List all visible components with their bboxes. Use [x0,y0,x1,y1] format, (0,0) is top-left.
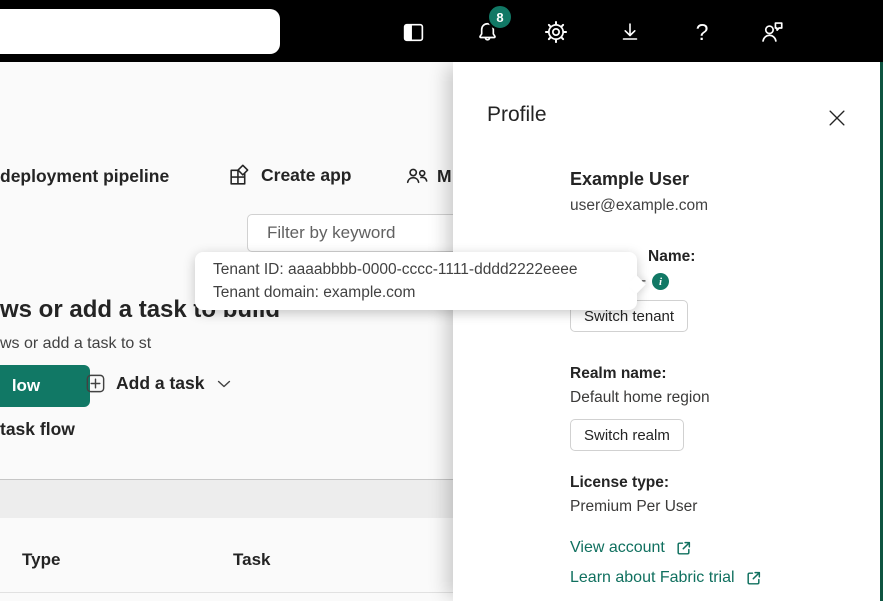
profile-panel: Profile Example User user@example.com Na… [453,62,883,601]
create-app-icon [227,163,252,188]
notifications-button[interactable]: 8 [465,10,509,54]
add-square-icon [84,372,107,395]
tenant-tooltip: Tenant ID: aaaabbbb-0000-cccc-1111-dddd2… [195,252,637,310]
user-name: Example User [570,169,689,190]
tenant-id-line: Tenant ID: aaaabbbb-0000-cccc-1111-dddd2… [213,258,619,281]
help-button[interactable]: ? [680,10,724,54]
top-app-bar: 8 ? [0,0,883,62]
realm-value: Default home region [570,389,710,407]
deployment-pipeline-button[interactable]: deployment pipeline [0,166,169,187]
task-flow-title: task flow [0,419,75,440]
table-header-type[interactable]: Type [22,550,60,570]
panel-title: Profile [487,103,547,127]
external-link-icon [675,540,692,557]
create-app-button[interactable]: Create app [227,163,351,188]
table-header-task[interactable]: Task [233,550,271,570]
tenant-domain-line: Tenant domain: example.com [213,281,619,304]
download-icon [618,20,642,44]
settings-button[interactable] [534,10,578,54]
download-button[interactable] [608,10,652,54]
select-task-flow-button[interactable]: low [0,365,90,407]
people-icon [404,163,430,189]
layout-pane-button[interactable] [391,10,435,54]
fabric-trial-link[interactable]: Learn about Fabric trial [570,569,762,587]
close-button[interactable] [821,102,853,134]
view-account-link[interactable]: View account [570,539,692,557]
gear-icon [543,19,569,45]
help-icon: ? [696,19,709,46]
close-icon [826,107,848,129]
manage-access-label: M [437,166,452,187]
add-task-label: Add a task [116,373,205,394]
person-feedback-icon [759,19,786,46]
feedback-button[interactable] [750,10,794,54]
add-task-button[interactable]: Add a task [84,372,234,395]
global-search-input[interactable] [0,9,280,54]
realm-label: Realm name: [570,365,666,383]
license-value: Premium Per User [570,498,697,516]
view-account-label: View account [570,539,665,557]
create-app-label: Create app [261,165,351,186]
chevron-down-icon [214,374,234,394]
layout-pane-icon [401,20,426,45]
info-icon[interactable]: i [652,273,669,290]
switch-realm-button[interactable]: Switch realm [570,419,684,451]
user-email: user@example.com [570,197,708,215]
external-link-icon [745,570,762,587]
empty-state-subtext: ws or add a task to st [0,335,151,353]
filter-field[interactable] [247,214,487,252]
manage-access-button[interactable]: M [404,163,452,189]
license-label: License type: [570,474,669,492]
app-window: 8 ? [0,0,883,601]
notification-badge: 8 [487,4,513,30]
tenant-name-label: Name: [648,248,695,266]
fabric-trial-label: Learn about Fabric trial [570,569,735,587]
